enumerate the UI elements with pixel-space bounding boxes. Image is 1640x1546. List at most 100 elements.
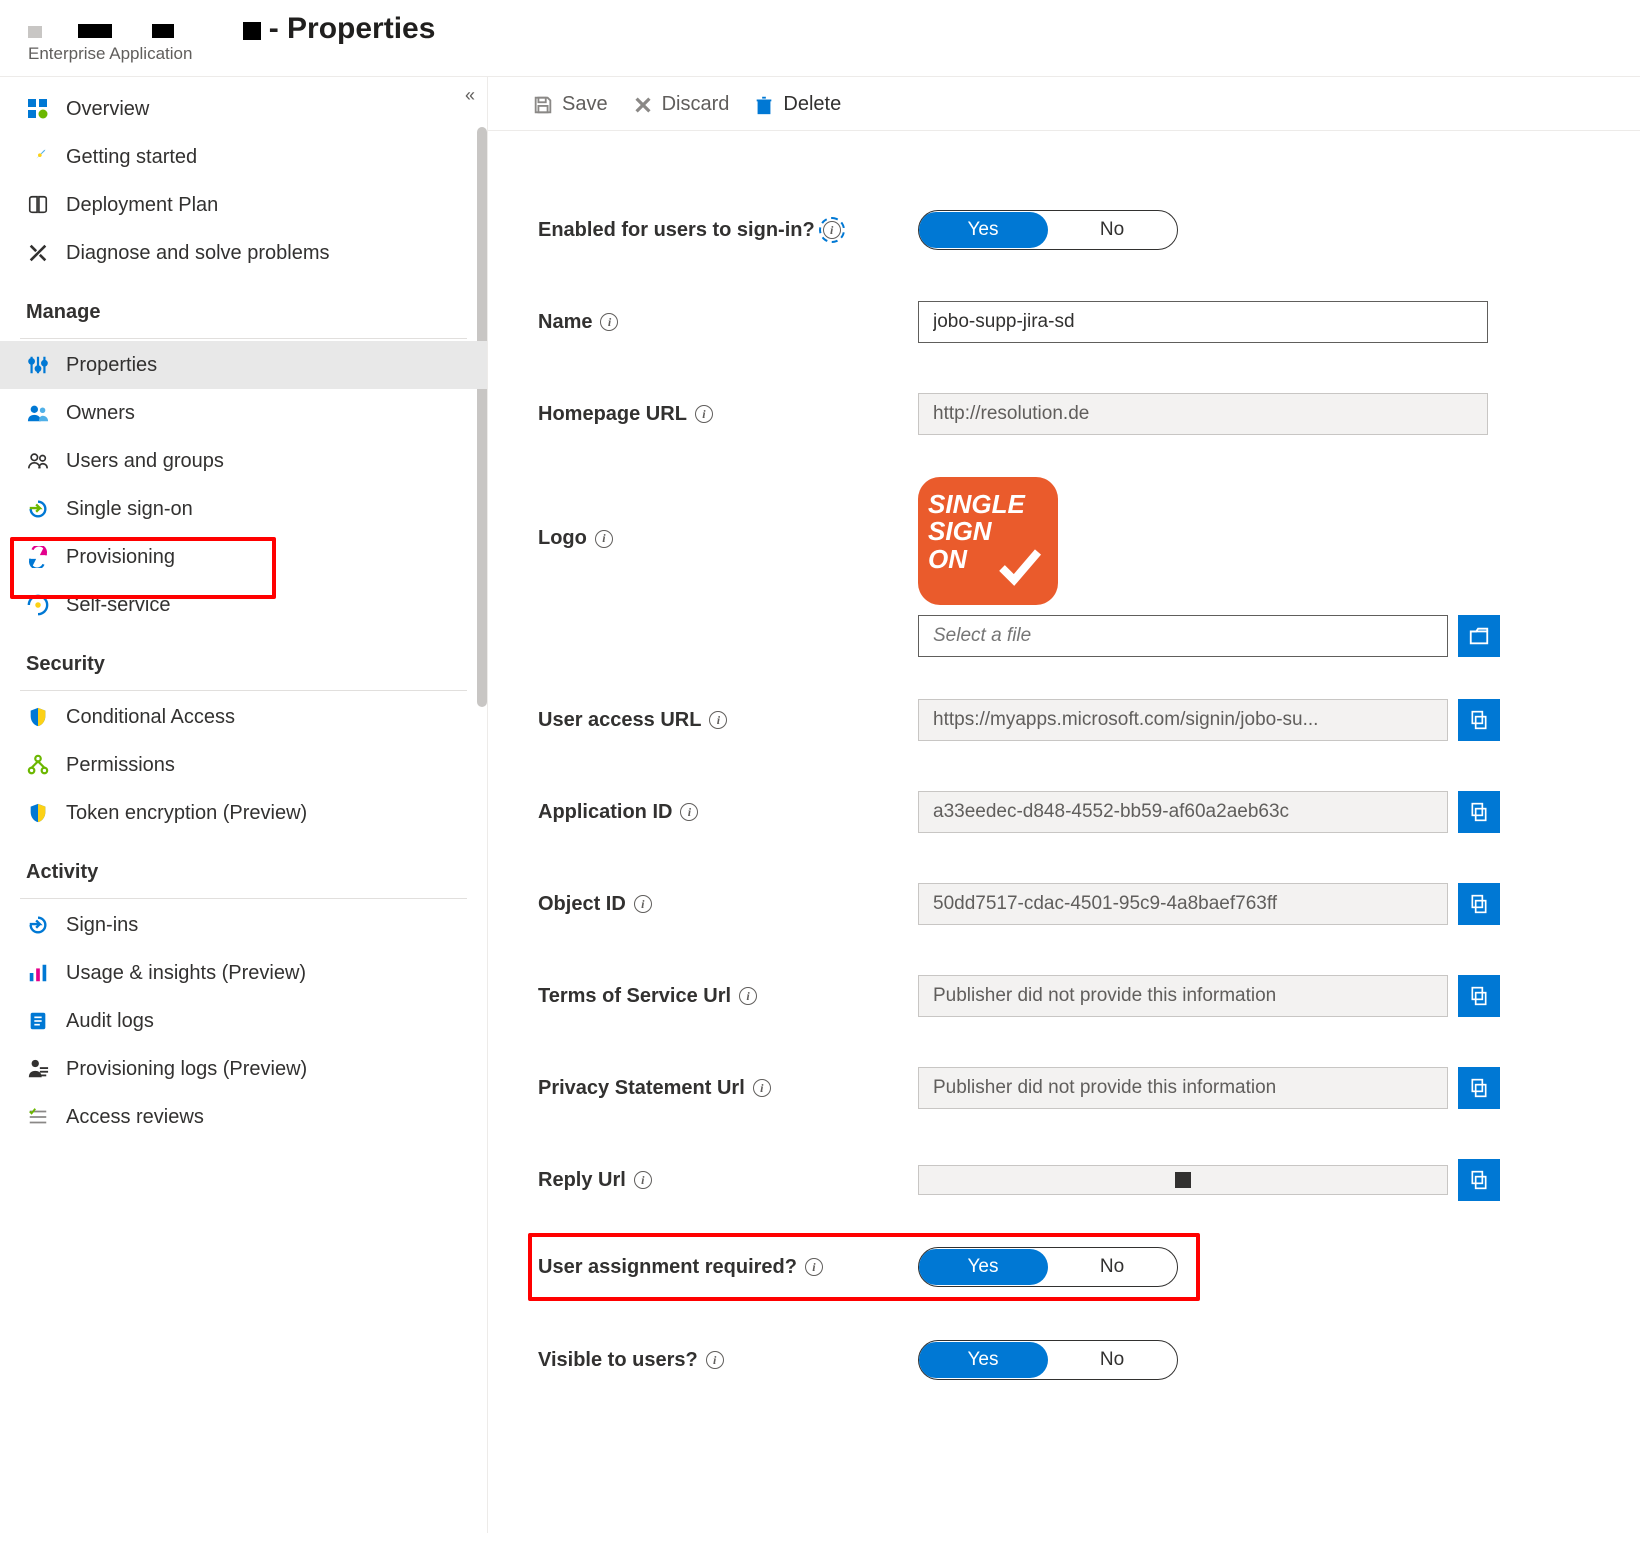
properties-form: Enabled for users to sign-in? i Yes No N… bbox=[488, 131, 1640, 1443]
sidebar-item-label: Deployment Plan bbox=[66, 194, 218, 217]
tool-label: Discard bbox=[662, 93, 730, 116]
info-icon[interactable]: i bbox=[739, 987, 757, 1005]
toggle-no[interactable]: No bbox=[1047, 213, 1177, 247]
owners-icon bbox=[26, 401, 50, 425]
tos-input bbox=[918, 975, 1448, 1017]
sidebar-item-label: Conditional Access bbox=[66, 706, 235, 729]
tools-icon bbox=[26, 241, 50, 265]
audit-logs-icon bbox=[26, 1009, 50, 1033]
enabled-toggle[interactable]: Yes No bbox=[918, 210, 1178, 250]
sidebar-item-diagnose[interactable]: Diagnose and solve problems bbox=[0, 229, 487, 277]
sidebar-item-sso[interactable]: Single sign-on bbox=[0, 485, 487, 533]
sidebar-item-permissions[interactable]: Permissions bbox=[0, 741, 487, 789]
sidebar-item-label: Provisioning logs (Preview) bbox=[66, 1058, 307, 1081]
toggle-no[interactable]: No bbox=[1047, 1343, 1177, 1377]
info-icon[interactable]: i bbox=[805, 1258, 823, 1276]
access-reviews-icon bbox=[26, 1105, 50, 1129]
sidebar-item-label: Provisioning bbox=[66, 546, 175, 569]
name-input[interactable] bbox=[918, 301, 1488, 343]
sidebar-item-provisioning-logs[interactable]: Provisioning logs (Preview) bbox=[0, 1045, 487, 1093]
browse-file-button[interactable] bbox=[1458, 615, 1500, 657]
sidebar-item-properties[interactable]: Properties bbox=[0, 341, 487, 389]
toolbar: Save Discard Delete bbox=[488, 77, 1640, 131]
discard-button[interactable]: Discard bbox=[632, 93, 730, 116]
reply-url-input bbox=[918, 1165, 1448, 1195]
sidebar-item-sign-ins[interactable]: Sign-ins bbox=[0, 901, 487, 949]
save-button[interactable]: Save bbox=[532, 93, 608, 116]
collapse-sidebar-icon[interactable]: « bbox=[465, 85, 475, 106]
sidebar-item-deployment-plan[interactable]: Deployment Plan bbox=[0, 181, 487, 229]
sidebar-item-label: Diagnose and solve problems bbox=[66, 242, 330, 265]
copy-button[interactable] bbox=[1458, 1067, 1500, 1109]
sidebar-item-getting-started[interactable]: Getting started bbox=[0, 133, 487, 181]
object-id-input bbox=[918, 883, 1448, 925]
copy-button[interactable] bbox=[1458, 975, 1500, 1017]
toggle-yes[interactable]: Yes bbox=[918, 1342, 1048, 1378]
info-icon[interactable]: i bbox=[595, 530, 613, 548]
shield-icon bbox=[26, 801, 50, 825]
provisioning-logs-icon bbox=[26, 1057, 50, 1081]
app-id-input bbox=[918, 791, 1448, 833]
sidebar-item-access-reviews[interactable]: Access reviews bbox=[0, 1093, 487, 1141]
copy-button[interactable] bbox=[1458, 1159, 1500, 1201]
sidebar-item-label: Sign-ins bbox=[66, 914, 138, 937]
book-icon bbox=[26, 193, 50, 217]
sidebar-item-overview[interactable]: Overview bbox=[0, 85, 487, 133]
sidebar-item-label: Single sign-on bbox=[66, 498, 193, 521]
sidebar-scrollbar[interactable] bbox=[477, 127, 487, 707]
tool-label: Delete bbox=[783, 93, 841, 116]
sidebar-item-users-groups[interactable]: Users and groups bbox=[0, 437, 487, 485]
rocket-icon bbox=[26, 145, 50, 169]
toggle-yes[interactable]: Yes bbox=[918, 1249, 1048, 1285]
sidebar-item-label: Getting started bbox=[66, 146, 197, 169]
sidebar-item-usage[interactable]: Usage & insights (Preview) bbox=[0, 949, 487, 997]
sidebar-section-activity: Activity bbox=[0, 837, 487, 892]
info-icon[interactable]: i bbox=[634, 895, 652, 913]
page-subtitle: Enterprise Application bbox=[28, 44, 1612, 64]
info-icon[interactable]: i bbox=[634, 1171, 652, 1189]
page-title: - Properties bbox=[28, 12, 1612, 46]
sidebar-item-token-encryption[interactable]: Token encryption (Preview) bbox=[0, 789, 487, 837]
sso-icon bbox=[26, 497, 50, 521]
copy-button[interactable] bbox=[1458, 699, 1500, 741]
user-access-input bbox=[918, 699, 1448, 741]
user-assignment-toggle[interactable]: Yes No bbox=[918, 1247, 1178, 1287]
name-label: Name i bbox=[538, 311, 918, 334]
sidebar-item-label: Owners bbox=[66, 402, 135, 425]
sidebar-item-provisioning[interactable]: Provisioning bbox=[0, 533, 487, 581]
info-icon[interactable]: i bbox=[695, 405, 713, 423]
info-icon[interactable]: i bbox=[706, 1351, 724, 1369]
info-icon[interactable]: i bbox=[823, 221, 841, 239]
check-icon bbox=[996, 544, 1044, 593]
visible-toggle[interactable]: Yes No bbox=[918, 1340, 1178, 1380]
sidebar-item-conditional-access[interactable]: Conditional Access bbox=[0, 693, 487, 741]
logo-file-input[interactable] bbox=[918, 615, 1448, 657]
visible-label: Visible to users? i bbox=[538, 1349, 918, 1372]
info-icon[interactable]: i bbox=[753, 1079, 771, 1097]
sidebar-item-audit-logs[interactable]: Audit logs bbox=[0, 997, 487, 1045]
sign-ins-icon bbox=[26, 913, 50, 937]
usage-icon bbox=[26, 961, 50, 985]
sidebar-item-label: Self-service bbox=[66, 594, 170, 617]
overview-icon bbox=[26, 97, 50, 121]
toggle-no[interactable]: No bbox=[1047, 1250, 1177, 1284]
title-suffix: - Properties bbox=[269, 12, 436, 45]
info-icon[interactable]: i bbox=[680, 803, 698, 821]
sidebar-item-self-service[interactable]: Self-service bbox=[0, 581, 487, 629]
homepage-input bbox=[918, 393, 1488, 435]
info-icon[interactable]: i bbox=[600, 313, 618, 331]
info-icon[interactable]: i bbox=[709, 711, 727, 729]
copy-button[interactable] bbox=[1458, 791, 1500, 833]
delete-button[interactable]: Delete bbox=[753, 93, 841, 116]
page-header: - Properties Enterprise Application bbox=[0, 0, 1640, 68]
provisioning-icon bbox=[26, 545, 50, 569]
permissions-icon bbox=[26, 753, 50, 777]
object-id-label: Object ID i bbox=[538, 893, 918, 916]
toggle-yes[interactable]: Yes bbox=[918, 212, 1048, 248]
sidebar-item-label: Overview bbox=[66, 98, 149, 121]
sidebar-item-label: Permissions bbox=[66, 754, 175, 777]
sidebar-item-owners[interactable]: Owners bbox=[0, 389, 487, 437]
logo-label: Logo i bbox=[538, 477, 918, 550]
privacy-label: Privacy Statement Url i bbox=[538, 1077, 918, 1100]
copy-button[interactable] bbox=[1458, 883, 1500, 925]
